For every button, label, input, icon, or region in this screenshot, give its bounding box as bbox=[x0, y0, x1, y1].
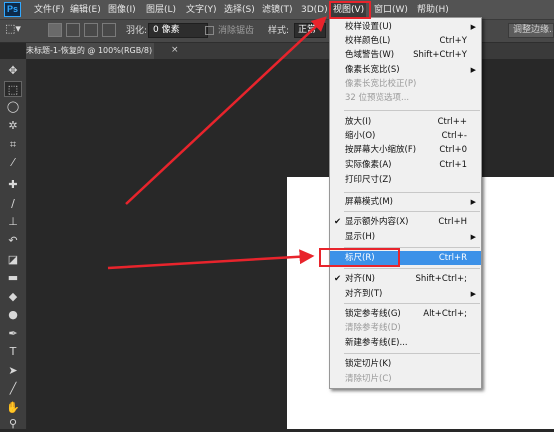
annotation-arrows bbox=[107, 16, 327, 270]
arrow-to-rulers-item bbox=[107, 249, 315, 270]
arrow-to-view-menu bbox=[125, 16, 327, 205]
